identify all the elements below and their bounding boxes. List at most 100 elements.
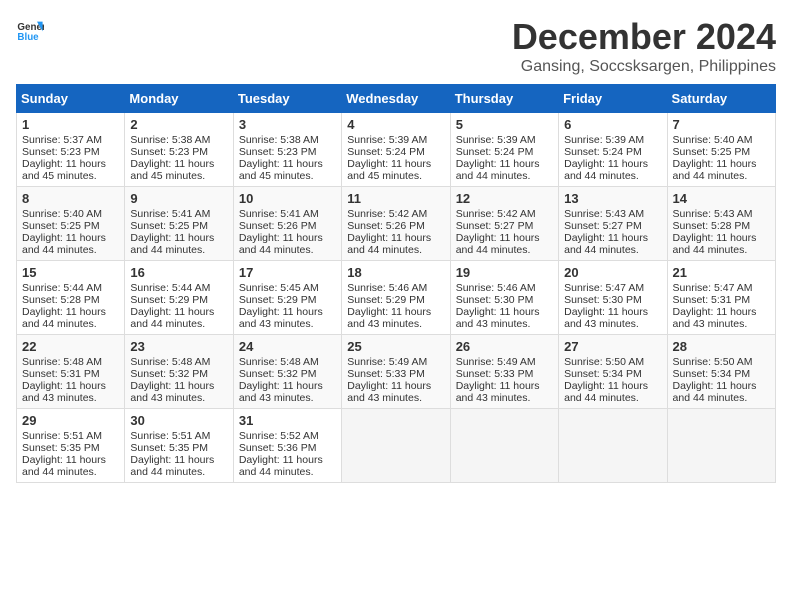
sunrise-label: Sunrise: 5:37 AM bbox=[22, 134, 102, 146]
col-wednesday: Wednesday bbox=[342, 85, 450, 113]
sunset-label: Sunset: 5:24 PM bbox=[564, 146, 642, 158]
daylight-label: Daylight: 11 hours and 44 minutes. bbox=[239, 232, 323, 256]
day-number: 14 bbox=[673, 191, 770, 206]
table-row: 4 Sunrise: 5:39 AM Sunset: 5:24 PM Dayli… bbox=[342, 113, 450, 187]
day-number: 13 bbox=[564, 191, 661, 206]
table-row bbox=[559, 409, 667, 483]
sunset-label: Sunset: 5:31 PM bbox=[22, 368, 100, 380]
sunset-label: Sunset: 5:23 PM bbox=[239, 146, 317, 158]
sunset-label: Sunset: 5:33 PM bbox=[456, 368, 534, 380]
sunset-label: Sunset: 5:32 PM bbox=[130, 368, 208, 380]
table-row: 12 Sunrise: 5:42 AM Sunset: 5:27 PM Dayl… bbox=[450, 187, 558, 261]
calendar-week-row: 29 Sunrise: 5:51 AM Sunset: 5:35 PM Dayl… bbox=[17, 409, 776, 483]
sunset-label: Sunset: 5:29 PM bbox=[130, 294, 208, 306]
table-row: 30 Sunrise: 5:51 AM Sunset: 5:35 PM Dayl… bbox=[125, 409, 233, 483]
table-row: 9 Sunrise: 5:41 AM Sunset: 5:25 PM Dayli… bbox=[125, 187, 233, 261]
sunset-label: Sunset: 5:36 PM bbox=[239, 442, 317, 454]
sunset-label: Sunset: 5:24 PM bbox=[347, 146, 425, 158]
sunrise-label: Sunrise: 5:50 AM bbox=[673, 356, 753, 368]
table-row: 10 Sunrise: 5:41 AM Sunset: 5:26 PM Dayl… bbox=[233, 187, 341, 261]
logo: General Blue bbox=[16, 16, 44, 44]
day-number: 25 bbox=[347, 339, 444, 354]
sunset-label: Sunset: 5:24 PM bbox=[456, 146, 534, 158]
daylight-label: Daylight: 11 hours and 44 minutes. bbox=[564, 380, 648, 404]
daylight-label: Daylight: 11 hours and 44 minutes. bbox=[130, 232, 214, 256]
day-number: 18 bbox=[347, 265, 444, 280]
sunset-label: Sunset: 5:32 PM bbox=[239, 368, 317, 380]
sunrise-label: Sunrise: 5:46 AM bbox=[347, 282, 427, 294]
logo-icon: General Blue bbox=[16, 16, 44, 44]
day-number: 2 bbox=[130, 117, 227, 132]
sunrise-label: Sunrise: 5:40 AM bbox=[673, 134, 753, 146]
daylight-label: Daylight: 11 hours and 44 minutes. bbox=[456, 158, 540, 182]
day-number: 23 bbox=[130, 339, 227, 354]
title-section: December 2024 Gansing, Soccsksargen, Phi… bbox=[512, 16, 776, 76]
sunset-label: Sunset: 5:34 PM bbox=[564, 368, 642, 380]
calendar-week-row: 22 Sunrise: 5:48 AM Sunset: 5:31 PM Dayl… bbox=[17, 335, 776, 409]
col-monday: Monday bbox=[125, 85, 233, 113]
sunrise-label: Sunrise: 5:38 AM bbox=[239, 134, 319, 146]
sunset-label: Sunset: 5:26 PM bbox=[239, 220, 317, 232]
table-row: 2 Sunrise: 5:38 AM Sunset: 5:23 PM Dayli… bbox=[125, 113, 233, 187]
sunrise-label: Sunrise: 5:49 AM bbox=[347, 356, 427, 368]
sunrise-label: Sunrise: 5:44 AM bbox=[130, 282, 210, 294]
sunrise-label: Sunrise: 5:47 AM bbox=[673, 282, 753, 294]
subtitle: Gansing, Soccsksargen, Philippines bbox=[512, 58, 776, 76]
day-number: 1 bbox=[22, 117, 119, 132]
sunrise-label: Sunrise: 5:39 AM bbox=[347, 134, 427, 146]
main-title: December 2024 bbox=[512, 16, 776, 58]
day-number: 5 bbox=[456, 117, 553, 132]
sunrise-label: Sunrise: 5:51 AM bbox=[22, 430, 102, 442]
day-number: 29 bbox=[22, 413, 119, 428]
table-row: 21 Sunrise: 5:47 AM Sunset: 5:31 PM Dayl… bbox=[667, 261, 775, 335]
day-number: 16 bbox=[130, 265, 227, 280]
sunset-label: Sunset: 5:27 PM bbox=[456, 220, 534, 232]
sunset-label: Sunset: 5:33 PM bbox=[347, 368, 425, 380]
sunset-label: Sunset: 5:30 PM bbox=[456, 294, 534, 306]
daylight-label: Daylight: 11 hours and 43 minutes. bbox=[347, 306, 431, 330]
sunset-label: Sunset: 5:25 PM bbox=[130, 220, 208, 232]
day-number: 19 bbox=[456, 265, 553, 280]
sunset-label: Sunset: 5:26 PM bbox=[347, 220, 425, 232]
sunset-label: Sunset: 5:34 PM bbox=[673, 368, 751, 380]
sunset-label: Sunset: 5:35 PM bbox=[22, 442, 100, 454]
daylight-label: Daylight: 11 hours and 44 minutes. bbox=[130, 306, 214, 330]
day-number: 30 bbox=[130, 413, 227, 428]
sunrise-label: Sunrise: 5:40 AM bbox=[22, 208, 102, 220]
day-number: 31 bbox=[239, 413, 336, 428]
day-number: 17 bbox=[239, 265, 336, 280]
daylight-label: Daylight: 11 hours and 45 minutes. bbox=[22, 158, 106, 182]
calendar-week-row: 15 Sunrise: 5:44 AM Sunset: 5:28 PM Dayl… bbox=[17, 261, 776, 335]
daylight-label: Daylight: 11 hours and 45 minutes. bbox=[347, 158, 431, 182]
sunrise-label: Sunrise: 5:41 AM bbox=[239, 208, 319, 220]
table-row: 16 Sunrise: 5:44 AM Sunset: 5:29 PM Dayl… bbox=[125, 261, 233, 335]
day-number: 27 bbox=[564, 339, 661, 354]
daylight-label: Daylight: 11 hours and 44 minutes. bbox=[673, 158, 757, 182]
table-row: 22 Sunrise: 5:48 AM Sunset: 5:31 PM Dayl… bbox=[17, 335, 125, 409]
day-number: 26 bbox=[456, 339, 553, 354]
sunrise-label: Sunrise: 5:43 AM bbox=[564, 208, 644, 220]
table-row: 25 Sunrise: 5:49 AM Sunset: 5:33 PM Dayl… bbox=[342, 335, 450, 409]
table-row: 26 Sunrise: 5:49 AM Sunset: 5:33 PM Dayl… bbox=[450, 335, 558, 409]
day-number: 3 bbox=[239, 117, 336, 132]
sunset-label: Sunset: 5:30 PM bbox=[564, 294, 642, 306]
day-number: 10 bbox=[239, 191, 336, 206]
table-row bbox=[667, 409, 775, 483]
daylight-label: Daylight: 11 hours and 43 minutes. bbox=[673, 306, 757, 330]
daylight-label: Daylight: 11 hours and 43 minutes. bbox=[239, 380, 323, 404]
day-number: 7 bbox=[673, 117, 770, 132]
daylight-label: Daylight: 11 hours and 44 minutes. bbox=[239, 454, 323, 478]
day-number: 20 bbox=[564, 265, 661, 280]
sunrise-label: Sunrise: 5:43 AM bbox=[673, 208, 753, 220]
calendar-week-row: 8 Sunrise: 5:40 AM Sunset: 5:25 PM Dayli… bbox=[17, 187, 776, 261]
sunrise-label: Sunrise: 5:47 AM bbox=[564, 282, 644, 294]
col-tuesday: Tuesday bbox=[233, 85, 341, 113]
table-row bbox=[450, 409, 558, 483]
sunrise-label: Sunrise: 5:49 AM bbox=[456, 356, 536, 368]
sunset-label: Sunset: 5:31 PM bbox=[673, 294, 751, 306]
daylight-label: Daylight: 11 hours and 43 minutes. bbox=[564, 306, 648, 330]
daylight-label: Daylight: 11 hours and 44 minutes. bbox=[456, 232, 540, 256]
daylight-label: Daylight: 11 hours and 44 minutes. bbox=[564, 158, 648, 182]
sunrise-label: Sunrise: 5:51 AM bbox=[130, 430, 210, 442]
sunrise-label: Sunrise: 5:48 AM bbox=[22, 356, 102, 368]
